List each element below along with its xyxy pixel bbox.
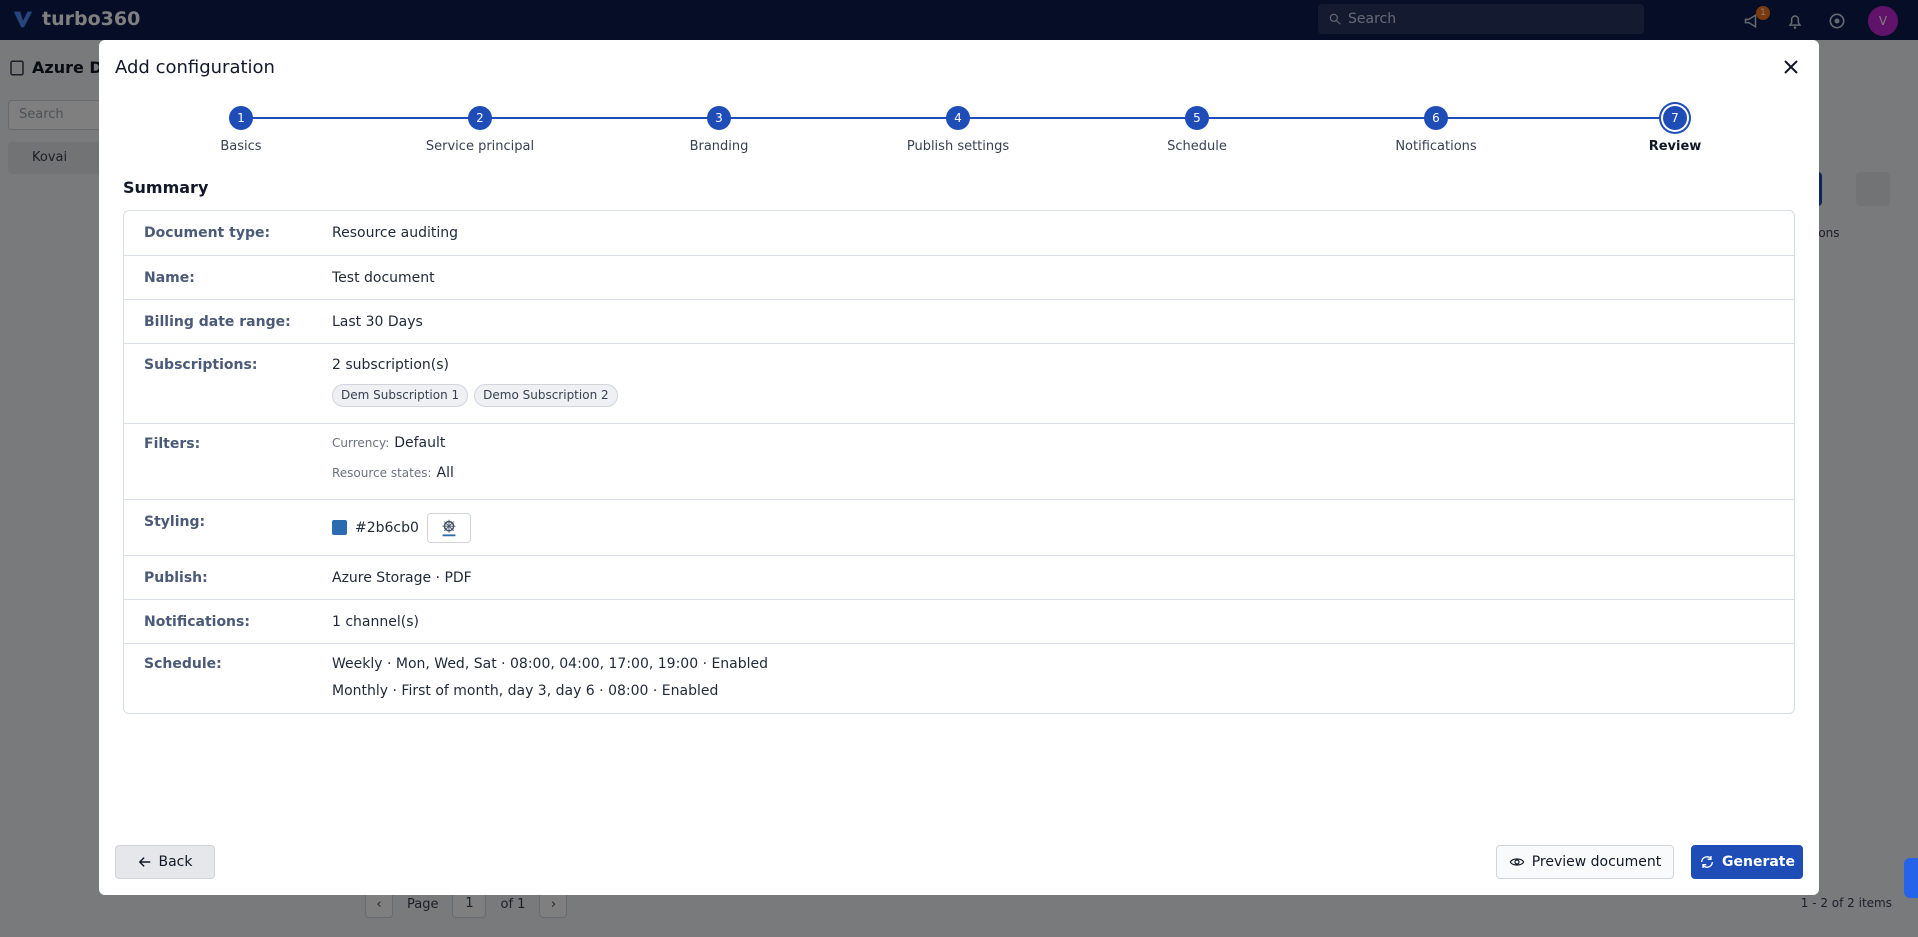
step-label: Notifications: [1395, 139, 1477, 154]
eye-icon: [1509, 858, 1525, 866]
summary-row-billing: Billing date range: Last 30 Days: [124, 299, 1794, 343]
subscription-chip: Demo Subscription 2: [474, 384, 618, 407]
summary-row-publish: Publish: Azure Storage · PDF: [124, 555, 1794, 599]
row-label: Styling:: [144, 514, 206, 530]
back-button[interactable]: Back: [115, 845, 215, 879]
row-value: Resource auditing: [332, 225, 459, 241]
row-label: Name:: [144, 269, 195, 286]
color-hex: #2b6cb0: [355, 519, 419, 536]
add-configuration-modal: Add configuration 1 Basics 2 Service pri…: [99, 40, 1819, 895]
step-branding[interactable]: 3 Branding: [639, 106, 799, 154]
row-label: Notifications:: [144, 613, 250, 630]
close-button[interactable]: [1779, 55, 1803, 79]
filter-key: Resource states:: [332, 466, 432, 480]
step-service-principal[interactable]: 2 Service principal: [400, 106, 560, 154]
row-value: 1 channel(s): [332, 613, 419, 630]
modal-title: Add configuration: [115, 57, 275, 78]
step-review[interactable]: 7 Review: [1595, 106, 1755, 154]
filter-key: Currency:: [332, 436, 390, 450]
preview-button-label: Preview document: [1531, 854, 1662, 870]
step-basics[interactable]: 1 Basics: [161, 106, 321, 154]
refresh-icon: [1701, 856, 1713, 868]
row-value-container: #2b6cb0: [332, 500, 1794, 555]
summary-row-name: Name: Test document: [124, 255, 1794, 299]
step-number: 5: [1185, 106, 1209, 130]
filter-value: Default: [394, 435, 446, 451]
step-number: 2: [468, 106, 492, 130]
preview-document-button[interactable]: Preview document: [1496, 845, 1674, 879]
step-number: 4: [946, 106, 970, 130]
schedule-line: Monthly · First of month, day 3, day 6 ·…: [332, 683, 719, 699]
row-value-container: 2 subscription(s) Dem Subscription 1 Dem…: [332, 344, 1794, 423]
summary-table: Document type: Resource auditing Name: T…: [123, 210, 1795, 714]
step-number: 6: [1424, 106, 1448, 130]
logo-thumbnail: [426, 512, 471, 543]
row-value-container: Currency: Default Resource states: All: [332, 424, 1794, 499]
schedule-line: Weekly · Mon, Wed, Sat · 08:00, 04:00, 1…: [332, 656, 769, 672]
generate-button-label: Generate: [1722, 854, 1795, 870]
filter-value: All: [436, 465, 454, 481]
filter-currency: Currency: Default: [332, 436, 1794, 451]
summary-row-schedule: Schedule: Weekly · Mon, Wed, Sat · 08:00…: [124, 643, 1794, 713]
subscription-chip: Dem Subscription 1: [332, 384, 469, 407]
step-label: Branding: [689, 139, 749, 154]
row-value: Test document: [332, 269, 435, 286]
step-number: 3: [707, 106, 731, 130]
generate-button[interactable]: Generate: [1691, 845, 1803, 879]
row-label: Subscriptions:: [144, 357, 258, 373]
subscription-count: 2 subscription(s): [332, 357, 449, 373]
summary-row-filters: Filters: Currency: Default Resource state…: [124, 423, 1794, 499]
feedback-tab[interactable]: [1904, 858, 1918, 898]
back-button-label: Back: [158, 854, 193, 870]
brand-logo-icon: [442, 519, 456, 536]
filter-resource-states: Resource states: All: [332, 466, 1794, 481]
step-label: Publish settings: [906, 139, 1010, 154]
row-value-container: Weekly · Mon, Wed, Sat · 08:00, 04:00, 1…: [332, 644, 1794, 713]
step-publish-settings[interactable]: 4 Publish settings: [878, 106, 1038, 154]
summary-row-styling: Styling: #2b6cb0: [124, 499, 1794, 555]
row-label: Billing date range:: [144, 313, 291, 330]
subscription-chips: Dem Subscription 1 Demo Subscription 2: [332, 384, 1794, 407]
row-value: Last 30 Days: [332, 313, 423, 330]
row-label: Document type:: [144, 225, 271, 241]
wizard-stepper: 1 Basics 2 Service principal 3 Branding …: [220, 106, 1701, 166]
step-label: Schedule: [1167, 139, 1227, 154]
step-label: Basics: [220, 139, 262, 154]
step-number-active: 7: [1663, 106, 1687, 130]
step-label-active: Review: [1648, 139, 1702, 154]
summary-heading: Summary: [123, 178, 209, 197]
step-number: 1: [229, 106, 253, 130]
arrow-left-icon: [138, 857, 150, 867]
summary-row-subscriptions: Subscriptions: 2 subscription(s) Dem Sub…: [124, 343, 1794, 423]
row-label: Schedule:: [144, 656, 222, 672]
row-label: Filters:: [144, 436, 201, 452]
step-notifications[interactable]: 6 Notifications: [1356, 106, 1516, 154]
close-icon: [1784, 60, 1798, 74]
color-swatch: [332, 520, 347, 535]
step-schedule[interactable]: 5 Schedule: [1117, 106, 1277, 154]
step-label: Service principal: [425, 139, 535, 154]
row-value: Azure Storage · PDF: [332, 569, 472, 586]
summary-row-notifications: Notifications: 1 channel(s): [124, 599, 1794, 643]
row-label: Publish:: [144, 569, 208, 586]
summary-row-document-type: Document type: Resource auditing: [124, 211, 1794, 255]
